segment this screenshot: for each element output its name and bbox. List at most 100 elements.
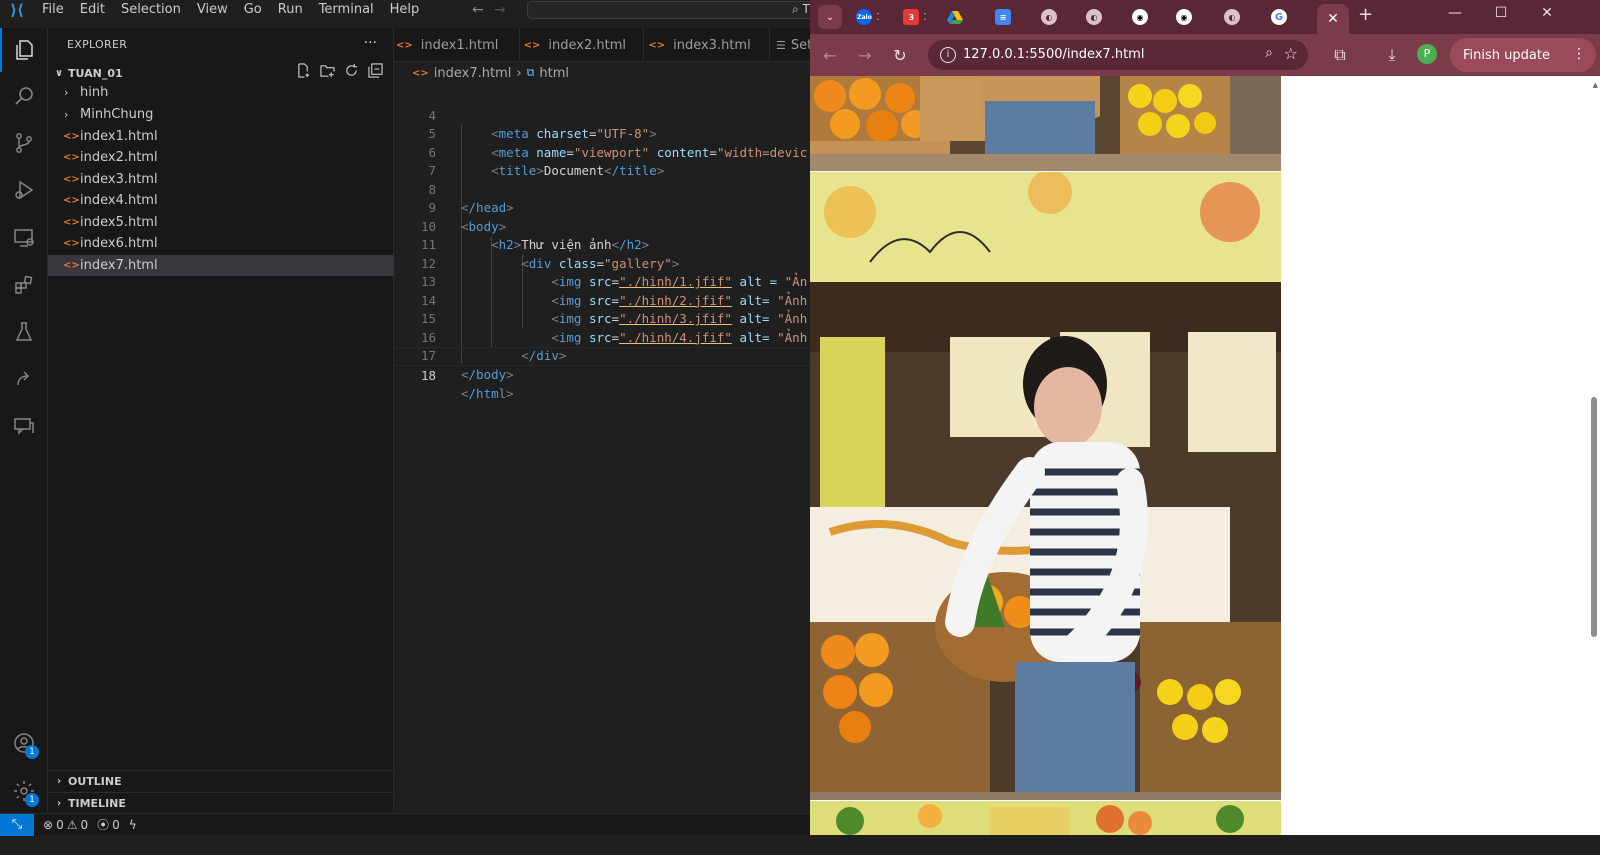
live-share-icon[interactable]	[0, 357, 48, 401]
site-info-icon[interactable]: i	[940, 47, 956, 63]
page-viewport: ▲	[810, 76, 1600, 835]
menu-go[interactable]: Go	[236, 0, 270, 20]
explorer-sidebar: EXPLORER ··· ∨ TUAN_01 › hinh › MinhChun…	[48, 28, 394, 835]
tree-folder-minhchung[interactable]: › MinhChung	[48, 104, 394, 126]
minimize-icon[interactable]: —	[1432, 0, 1478, 26]
ports-indicator[interactable]: ⦿ 0	[97, 816, 120, 833]
more-actions-icon[interactable]: ···	[364, 35, 377, 51]
html-file-icon: <>	[396, 39, 413, 51]
tab-settings[interactable]: ☰ Set	[770, 28, 812, 62]
chrome-tab[interactable]: ◐	[1029, 4, 1069, 30]
chrome-tab[interactable]: ◉	[1120, 4, 1160, 30]
collapse-all-icon[interactable]	[368, 63, 383, 78]
menu-view[interactable]: View	[189, 0, 236, 20]
url-text: 127.0.0.1:5500/index7.html	[963, 47, 1145, 62]
tab-index3[interactable]: <> index3.html	[644, 28, 770, 62]
address-bar[interactable]: i 127.0.0.1:5500/index7.html ⌕ ☆	[928, 40, 1308, 70]
remote-indicator-icon[interactable]: ⤡	[0, 813, 34, 836]
accounts-badge: 1	[25, 745, 39, 759]
back-arrow-icon[interactable]: ←	[472, 0, 484, 20]
lightning-indicator[interactable]: ϟ	[129, 818, 137, 832]
extensions-icon[interactable]	[0, 263, 48, 307]
new-file-icon[interactable]	[296, 63, 311, 78]
close-window-icon[interactable]: ✕	[1524, 0, 1570, 26]
chat-icon[interactable]	[0, 404, 48, 448]
menu-selection[interactable]: Selection	[113, 0, 189, 20]
forward-arrow-icon[interactable]: →	[494, 0, 506, 20]
breadcrumb-separator: ›	[516, 65, 522, 81]
chrome-tab[interactable]	[935, 4, 975, 30]
tree-item-label: index6.html	[80, 236, 158, 252]
chrome-tab[interactable]: ≡	[983, 4, 1023, 30]
run-debug-icon[interactable]	[0, 168, 48, 212]
scroll-up-arrow-icon[interactable]: ▲	[1593, 81, 1598, 89]
menu-terminal[interactable]: Terminal	[311, 0, 382, 20]
breadcrumb: <> index7.html › ⧉ html	[412, 63, 569, 83]
chrome-tab[interactable]: ◉	[1164, 4, 1204, 30]
menu-edit[interactable]: Edit	[72, 0, 113, 20]
tab-index2[interactable]: <> index2.html	[520, 28, 645, 62]
menu-file[interactable]: File	[34, 0, 72, 20]
new-folder-icon[interactable]	[320, 63, 335, 78]
active-tab-close-icon[interactable]: ✕	[1317, 4, 1349, 34]
code-text: </body>	[461, 366, 514, 382]
tree-file-index2[interactable]: <> index2.html	[48, 147, 394, 169]
menu-run[interactable]: Run	[270, 0, 311, 20]
accounts-icon[interactable]: 1	[0, 721, 48, 765]
zalo-icon: Zalo	[856, 9, 873, 25]
tree-file-index6[interactable]: <> index6.html	[48, 233, 394, 255]
chrome-tab[interactable]: 3 ⁚	[895, 4, 935, 30]
tree-item-label: index4.html	[80, 193, 158, 209]
breadcrumb-node[interactable]: html	[539, 66, 569, 81]
finish-update-button[interactable]: Finish update ⋮	[1450, 38, 1596, 72]
new-tab-icon[interactable]: +	[1358, 4, 1378, 28]
command-center[interactable]	[527, 1, 827, 19]
code-line: 6 <title>Document</title>	[394, 125, 810, 179]
scrollbar-thumb[interactable]	[1591, 397, 1597, 637]
zoom-icon[interactable]: ⌕	[1265, 45, 1273, 61]
tree-item-label: index5.html	[80, 214, 158, 230]
tree-folder-hinh[interactable]: › hinh	[48, 82, 394, 104]
tree-file-index3[interactable]: <> index3.html	[48, 169, 394, 191]
code-line: 8 </head>	[394, 162, 810, 216]
forward-icon[interactable]: →	[853, 43, 877, 67]
bookmark-star-icon[interactable]: ☆	[1284, 44, 1298, 63]
code-line: 14 <img src="./hinh/3.jfif" alt= "Ảnh	[394, 273, 810, 327]
chrome-tab[interactable]: Zalo ⁚	[848, 4, 888, 30]
profile-avatar[interactable]: P	[1417, 44, 1437, 64]
tree-file-index1[interactable]: <> index1.html	[48, 126, 394, 148]
explorer-icon[interactable]	[0, 28, 48, 72]
code-line: 17 </body>	[394, 329, 810, 382]
menu-help[interactable]: Help	[382, 0, 428, 20]
google-icon: G	[1271, 9, 1287, 25]
tab-index1[interactable]: <> index1.html	[394, 28, 520, 62]
breadcrumb-file[interactable]: index7.html	[434, 66, 512, 81]
tree-file-index7[interactable]: <> index7.html	[48, 254, 394, 276]
source-control-icon[interactable]	[0, 121, 48, 165]
gallery-image	[810, 76, 1281, 171]
testing-icon[interactable]	[0, 310, 48, 354]
tree-file-index5[interactable]: <> index5.html	[48, 212, 394, 234]
outline-section[interactable]: › OUTLINE	[48, 770, 394, 792]
tree-file-index4[interactable]: <> index4.html	[48, 190, 394, 212]
extensions-puzzle-icon[interactable]: ⧉	[1328, 43, 1352, 67]
chrome-tab[interactable]: ◐	[1212, 4, 1252, 30]
refresh-icon[interactable]	[344, 63, 359, 78]
remote-explorer-icon[interactable]	[0, 216, 48, 260]
gallery-image	[810, 801, 1281, 835]
settings-gear-icon[interactable]: 1	[0, 769, 48, 813]
github-icon: ◉	[1176, 9, 1192, 25]
chrome-tab[interactable]: G	[1259, 4, 1299, 30]
download-icon[interactable]: ⤓	[1380, 43, 1404, 67]
tab-search-icon[interactable]: ⌄	[818, 5, 842, 29]
maximize-icon[interactable]: ☐	[1478, 0, 1524, 26]
timeline-section[interactable]: › TIMELINE	[48, 792, 394, 814]
github-icon: ◉	[1132, 9, 1148, 25]
reload-icon[interactable]: ↻	[888, 43, 912, 67]
back-icon[interactable]: ←	[818, 43, 842, 67]
page-scrollbar[interactable]: ▲	[1588, 76, 1600, 835]
chrome-tab[interactable]: ◐	[1074, 4, 1114, 30]
problems-indicator[interactable]: ⊗ 0 ⚠ 0	[43, 818, 88, 832]
html-file-icon: <>	[648, 39, 666, 51]
search-icon[interactable]	[0, 74, 48, 118]
